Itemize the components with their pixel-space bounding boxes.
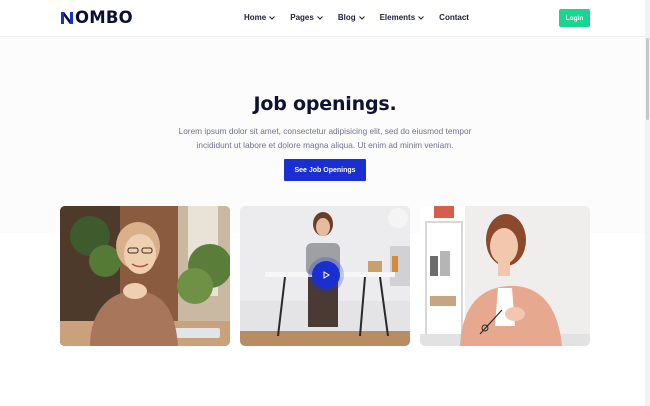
nav-item-label: Pages — [290, 13, 314, 22]
chevron-down-icon — [358, 15, 365, 20]
see-job-openings-button[interactable]: See Job Openings — [284, 159, 366, 181]
nav-item-label: Home — [244, 13, 267, 22]
chevron-down-icon — [418, 15, 425, 20]
nav-item-label: Elements — [379, 13, 416, 22]
nav-item-contact[interactable]: Contact — [439, 13, 469, 22]
nav-item-elements[interactable]: Elements — [380, 13, 425, 22]
nav-item-blog[interactable]: Blog — [338, 13, 365, 22]
scrollbar-thumb[interactable] — [646, 38, 649, 120]
n-letter-icon — [61, 12, 73, 24]
play-icon — [323, 271, 330, 279]
chevron-down-icon — [269, 15, 276, 20]
gallery-photo-3[interactable] — [420, 206, 590, 346]
nav-item-label: Contact — [439, 13, 469, 22]
nav-item-pages[interactable]: Pages — [290, 13, 323, 22]
login-button[interactable]: Login — [559, 9, 590, 27]
play-video-button[interactable] — [312, 261, 340, 289]
navbar: OMBO Home Pages Blog Elements Contact Lo… — [0, 0, 650, 37]
main-nav: Home Pages Blog Elements Contact — [244, 13, 469, 22]
photo-woman-glasses — [60, 206, 230, 346]
page-title: Job openings. — [253, 93, 397, 115]
nav-item-label: Blog — [337, 13, 356, 22]
logo-text: OMBO — [75, 8, 133, 27]
gallery-photo-1[interactable] — [60, 206, 230, 346]
photo-woman-pink-blazer — [420, 206, 590, 346]
chevron-down-icon — [316, 15, 323, 20]
hero-description: Lorem ipsum dolor sit amet, consectetur … — [178, 126, 472, 150]
logo[interactable]: OMBO — [60, 9, 133, 27]
nav-item-home[interactable]: Home — [244, 13, 276, 22]
